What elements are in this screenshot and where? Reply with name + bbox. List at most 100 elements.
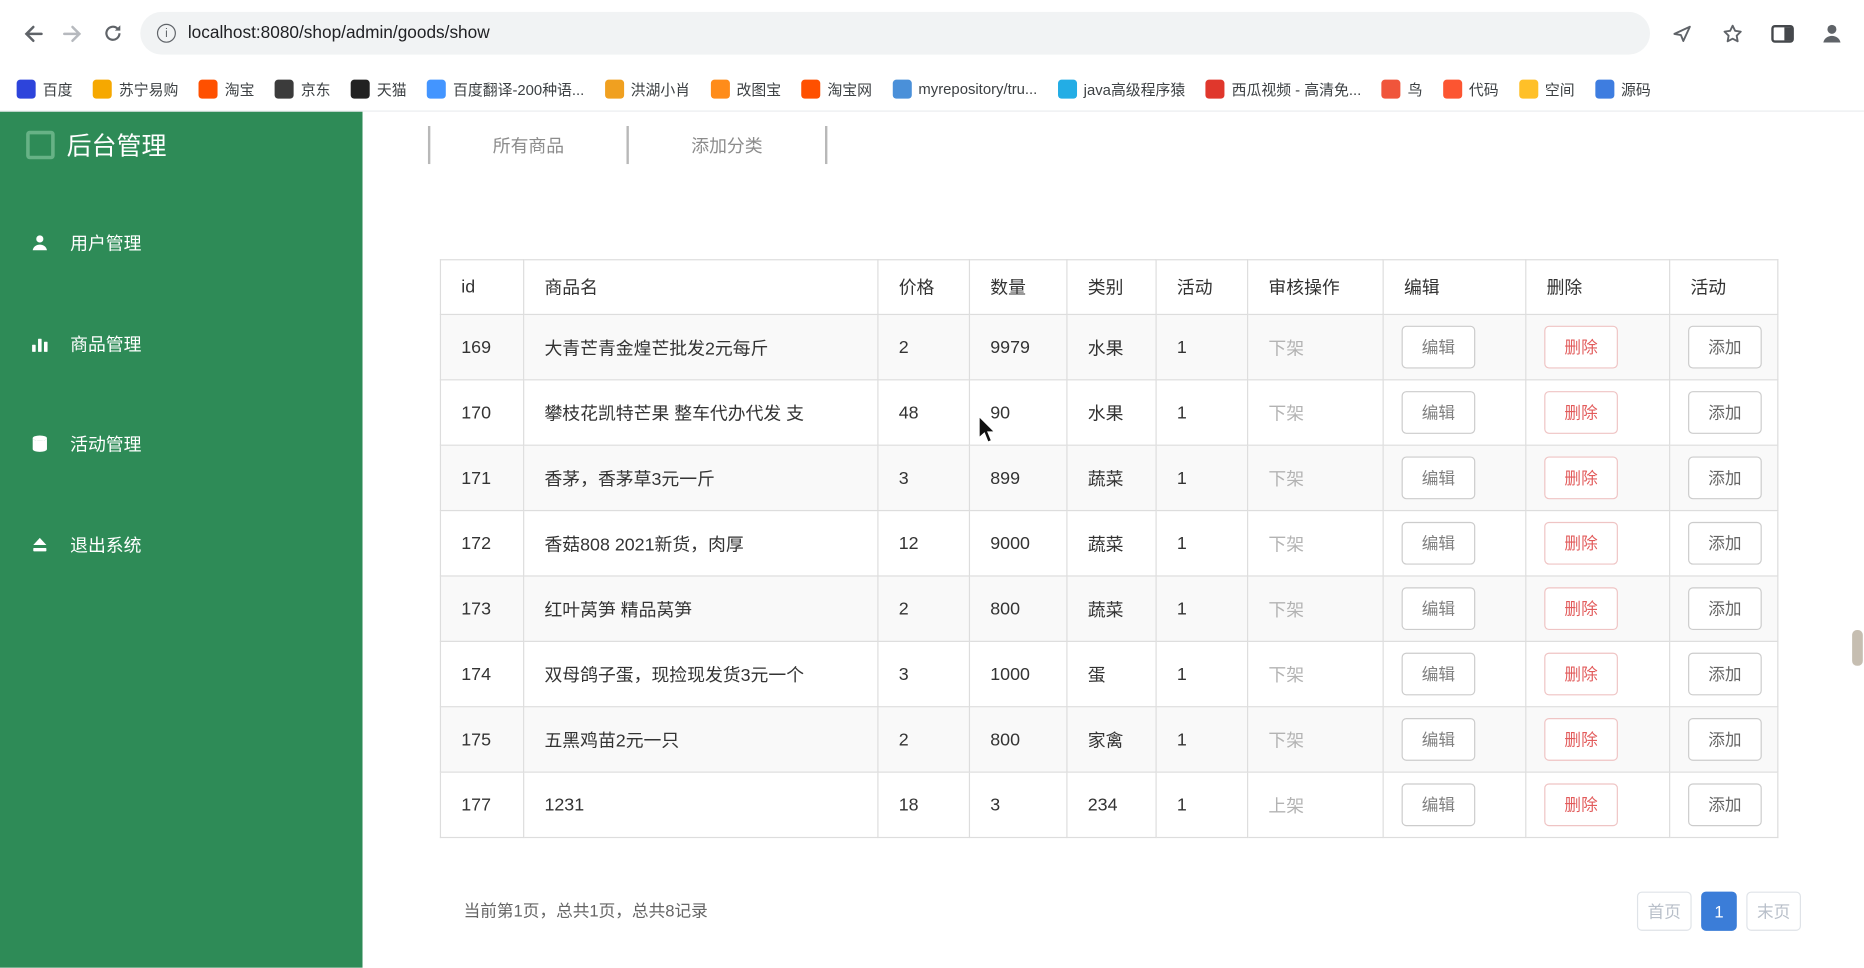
bookmark-favicon bbox=[801, 79, 821, 99]
add-button[interactable]: 添加 bbox=[1688, 587, 1762, 631]
refresh-button[interactable] bbox=[93, 13, 133, 53]
bookmark-item[interactable]: 源码 bbox=[1594, 77, 1651, 100]
action-cell: 编辑 bbox=[1382, 640, 1527, 708]
side-panel-button[interactable] bbox=[1762, 13, 1802, 53]
tab-add-category[interactable]: 添加分类 bbox=[629, 133, 825, 158]
cell-category: 水果 bbox=[1066, 313, 1157, 381]
table-row: 173 红叶莴笋 精品莴笋 2 800 蔬菜 1 下架 编辑 删除 添加 bbox=[439, 575, 1779, 642]
profile-button[interactable] bbox=[1812, 13, 1852, 53]
table-header-row: id 商品名 价格 数量 类别 活动 审核操作 编辑 删除 活动 bbox=[439, 259, 1779, 316]
first-page-button[interactable]: 首页 bbox=[1636, 891, 1692, 931]
column-header: 类别 bbox=[1066, 259, 1157, 316]
edit-button[interactable]: 编辑 bbox=[1401, 521, 1476, 565]
database-icon bbox=[30, 433, 50, 453]
bookmark-label: 改图宝 bbox=[736, 82, 782, 99]
audit-status: 下架 bbox=[1247, 444, 1384, 512]
delete-button[interactable]: 删除 bbox=[1544, 521, 1618, 565]
scrollbar-thumb[interactable] bbox=[1852, 630, 1863, 666]
action-cell: 删除 bbox=[1525, 509, 1671, 577]
column-header: 编辑 bbox=[1382, 259, 1527, 316]
column-header: 活动 bbox=[1669, 259, 1779, 316]
add-button[interactable]: 添加 bbox=[1688, 783, 1762, 827]
cell-qty: 90 bbox=[968, 379, 1068, 446]
edit-button[interactable]: 编辑 bbox=[1401, 456, 1476, 500]
toolbar-right-icons bbox=[1662, 13, 1852, 53]
cell-activity: 1 bbox=[1155, 706, 1249, 773]
edit-button[interactable]: 编辑 bbox=[1401, 718, 1476, 761]
action-cell: 编辑 bbox=[1382, 509, 1527, 577]
cell-activity: 1 bbox=[1155, 640, 1249, 708]
last-page-button[interactable]: 末页 bbox=[1746, 891, 1802, 931]
delete-button[interactable]: 删除 bbox=[1544, 652, 1618, 696]
cell-price: 2 bbox=[877, 706, 971, 773]
cell-name: 攀枝花凯特芒果 整车代办代发 支 bbox=[523, 379, 879, 446]
user-icon bbox=[30, 232, 50, 252]
bookmark-item[interactable]: 空间 bbox=[1518, 77, 1575, 100]
add-button[interactable]: 添加 bbox=[1688, 325, 1762, 369]
cell-activity: 1 bbox=[1155, 313, 1249, 381]
cell-id: 169 bbox=[439, 313, 525, 381]
cell-qty: 9000 bbox=[968, 509, 1068, 577]
bookmark-label: 苏宁易购 bbox=[118, 82, 179, 99]
add-button[interactable]: 添加 bbox=[1688, 521, 1762, 565]
action-cell: 编辑 bbox=[1382, 771, 1527, 839]
edit-button[interactable]: 编辑 bbox=[1401, 652, 1476, 696]
bookmark-item[interactable]: 百度翻译-200种语... bbox=[426, 77, 585, 100]
address-bar[interactable]: i localhost:8080/shop/admin/goods/show bbox=[140, 11, 1651, 55]
bookmark-item[interactable]: 苏宁易购 bbox=[92, 77, 179, 100]
current-page-button[interactable]: 1 bbox=[1701, 891, 1737, 931]
sidebar-item-activity-management[interactable]: 活动管理 bbox=[30, 430, 142, 456]
delete-button[interactable]: 删除 bbox=[1544, 325, 1618, 369]
cell-name: 香菇808 2021新货，肉厚 bbox=[523, 509, 879, 577]
sidebar-item-user-management[interactable]: 用户管理 bbox=[30, 229, 142, 255]
add-button[interactable]: 添加 bbox=[1688, 718, 1762, 761]
bookmark-item[interactable]: myrepository/tru... bbox=[892, 79, 1037, 99]
sidebar-item-goods-management[interactable]: 商品管理 bbox=[30, 330, 142, 356]
delete-button[interactable]: 删除 bbox=[1544, 456, 1618, 500]
delete-button[interactable]: 删除 bbox=[1544, 391, 1618, 434]
audit-status: 下架 bbox=[1247, 379, 1384, 446]
cell-qty: 3 bbox=[968, 771, 1068, 839]
tab-all-goods[interactable]: 所有商品 bbox=[430, 133, 626, 158]
edit-button[interactable]: 编辑 bbox=[1401, 783, 1476, 827]
delete-button[interactable]: 删除 bbox=[1544, 783, 1618, 827]
bookmark-item[interactable]: 天猫 bbox=[350, 77, 407, 100]
add-button[interactable]: 添加 bbox=[1688, 391, 1762, 434]
edit-button[interactable]: 编辑 bbox=[1401, 587, 1476, 631]
bookmark-label: 百度翻译-200种语... bbox=[453, 82, 585, 99]
sidebar-item-logout[interactable]: 退出系统 bbox=[30, 531, 142, 557]
bookmark-item[interactable]: 代码 bbox=[1442, 77, 1499, 100]
bookmark-item[interactable]: java高级程序猿 bbox=[1057, 77, 1185, 100]
cell-price: 48 bbox=[877, 379, 971, 446]
bookmark-label: 淘宝网 bbox=[827, 82, 873, 99]
share-button[interactable] bbox=[1662, 13, 1702, 53]
bookmark-item[interactable]: 改图宝 bbox=[710, 77, 781, 100]
bookmark-star-button[interactable] bbox=[1712, 13, 1752, 53]
tab-bar: 所有商品 添加分类 bbox=[427, 125, 828, 165]
bookmark-item[interactable]: 百度 bbox=[16, 77, 73, 100]
edit-button[interactable]: 编辑 bbox=[1401, 391, 1476, 434]
action-cell: 编辑 bbox=[1382, 444, 1527, 512]
delete-button[interactable]: 删除 bbox=[1544, 718, 1618, 761]
bookmark-item[interactable]: 淘宝网 bbox=[801, 77, 872, 100]
bookmark-item[interactable]: 洪湖小肖 bbox=[604, 77, 690, 100]
app-logo-icon bbox=[26, 130, 55, 160]
edit-button[interactable]: 编辑 bbox=[1401, 325, 1476, 369]
bookmark-favicon bbox=[1518, 79, 1538, 99]
cell-qty: 1000 bbox=[968, 640, 1068, 708]
bookmark-item[interactable]: 淘宝 bbox=[198, 77, 254, 100]
back-button[interactable] bbox=[12, 13, 52, 53]
table-body: 169 大青芒青金煌芒批发2元每斤 2 9979 水果 1 下架 编辑 删除 添加 170 攀枝花凯特… bbox=[439, 313, 1779, 839]
delete-button[interactable]: 删除 bbox=[1544, 587, 1618, 631]
main-content: 所有商品 添加分类 id 商品名 价格 数量 类别 活动 审核操作 编辑 删除 活动 169 大青芒… bbox=[362, 111, 1864, 968]
bookmark-item[interactable]: 西瓜视频 - 高清免... bbox=[1205, 77, 1361, 100]
bookmark-item[interactable]: 鸟 bbox=[1381, 77, 1422, 100]
audit-status: 下架 bbox=[1247, 706, 1384, 773]
add-button[interactable]: 添加 bbox=[1688, 652, 1762, 696]
site-info-icon[interactable]: i bbox=[156, 23, 176, 43]
add-button[interactable]: 添加 bbox=[1688, 456, 1762, 500]
audit-status: 下架 bbox=[1247, 313, 1384, 381]
bookmark-item[interactable]: 京东 bbox=[274, 77, 331, 100]
action-cell: 添加 bbox=[1669, 575, 1779, 642]
forward-button[interactable] bbox=[52, 13, 92, 53]
